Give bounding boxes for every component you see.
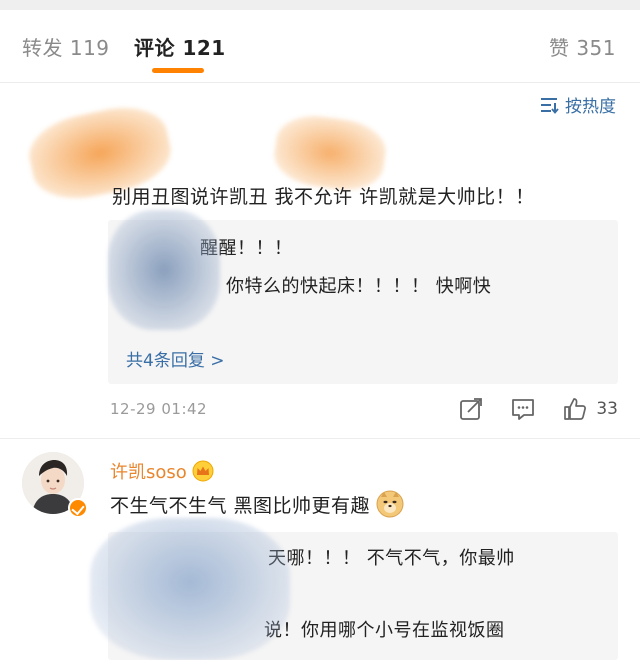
comment-icon[interactable] [510, 396, 536, 422]
comment-text: 别用丑图说许凯丑 我不允许 许凯就是大帅比！！ [112, 186, 535, 208]
comment-actions: 33 [432, 396, 618, 422]
sort-label: 按热度 [565, 97, 616, 117]
reply-text: 天哪！！！ 不气不气，你最帅 [268, 548, 515, 569]
share-icon[interactable] [458, 396, 484, 422]
top-strip [0, 0, 640, 10]
tab-comments[interactable]: 评论 121 [134, 32, 226, 61]
sort-button[interactable]: 按热度 [539, 92, 616, 117]
tabs-divider [0, 82, 640, 83]
comment-content: 不生气不生气 黑图比帅更有趣 [110, 490, 404, 518]
comment-text: 不生气不生气 黑图比帅更有趣 [110, 494, 371, 517]
username: 许凯soso [110, 462, 187, 483]
redaction-smudge [90, 518, 290, 660]
sort-icon [541, 97, 559, 114]
redaction-smudge [108, 210, 220, 330]
crown-icon [192, 460, 214, 482]
like-icon[interactable] [562, 396, 588, 422]
more-replies-link[interactable]: 共4条回复 > [126, 346, 224, 371]
verified-badge-icon [68, 498, 88, 518]
active-tab-indicator [152, 68, 204, 73]
tab-bar: 转发 119 评论 121 赞 351 [0, 10, 640, 82]
tab-likes[interactable]: 赞 351 [549, 32, 616, 61]
tab-repost[interactable]: 转发 119 [22, 32, 110, 61]
comment-separator [0, 438, 640, 439]
comment-timestamp: 12-29 01:42 [110, 400, 208, 418]
reply-text: 说！你用哪个小号在监视饭圈 [264, 620, 505, 641]
like-count: 33 [596, 399, 618, 419]
comment-author[interactable]: 许凯soso [110, 458, 215, 484]
reply-text: 你特么的快起床！！！！ 快啊快 [226, 276, 492, 297]
doge-emoji-icon [376, 490, 404, 518]
